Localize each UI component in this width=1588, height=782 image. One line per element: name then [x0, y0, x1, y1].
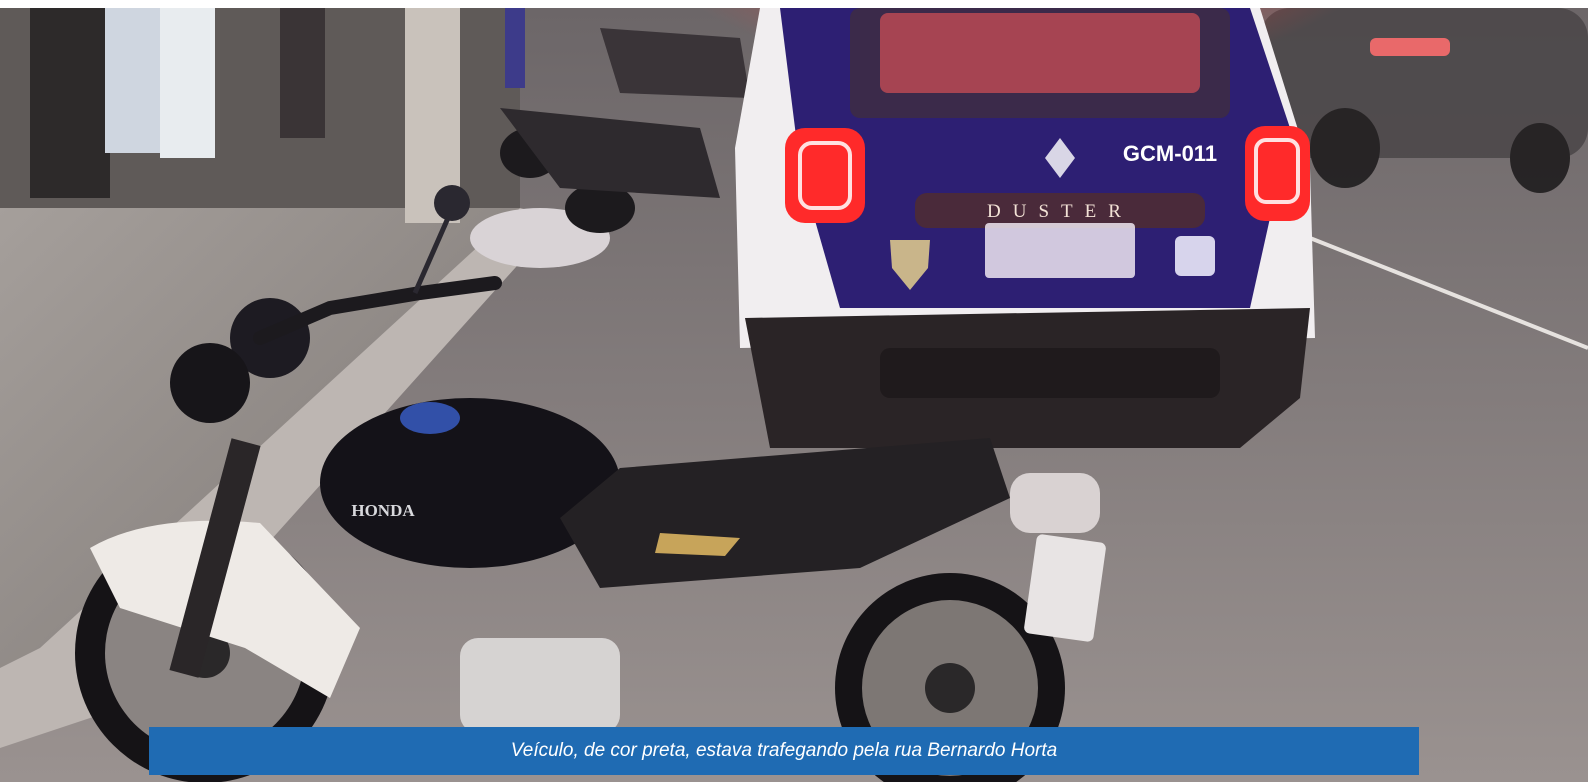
fuel-cap	[400, 402, 460, 434]
left-taillight	[785, 128, 865, 223]
pedestrian	[280, 8, 325, 138]
blurred-plate	[985, 223, 1135, 278]
brand-name: HONDA	[351, 501, 415, 520]
drinks-fridge	[105, 8, 165, 153]
engine	[460, 638, 620, 733]
unit-number: GCM-011	[1123, 141, 1217, 166]
photo-scene: GCM-011 DUSTER HONDA	[0, 8, 1588, 782]
shop-sign	[160, 8, 215, 158]
caption-text: Veículo, de cor preta, estava trafegando…	[510, 740, 1058, 761]
doorway	[30, 8, 110, 198]
photo-caption: Veículo, de cor preta, estava trafegando…	[149, 727, 1419, 775]
mirror	[434, 185, 470, 221]
model-name: DUSTER	[987, 201, 1133, 222]
right-taillight	[1245, 126, 1310, 221]
street-sign	[505, 8, 525, 88]
rear-light	[1010, 473, 1100, 533]
police-car: GCM-011 DUSTER	[700, 8, 1340, 448]
news-photo: GCM-011 DUSTER HONDA	[0, 8, 1588, 782]
city-crest-icon	[1175, 236, 1215, 276]
license-plate	[1024, 534, 1106, 642]
